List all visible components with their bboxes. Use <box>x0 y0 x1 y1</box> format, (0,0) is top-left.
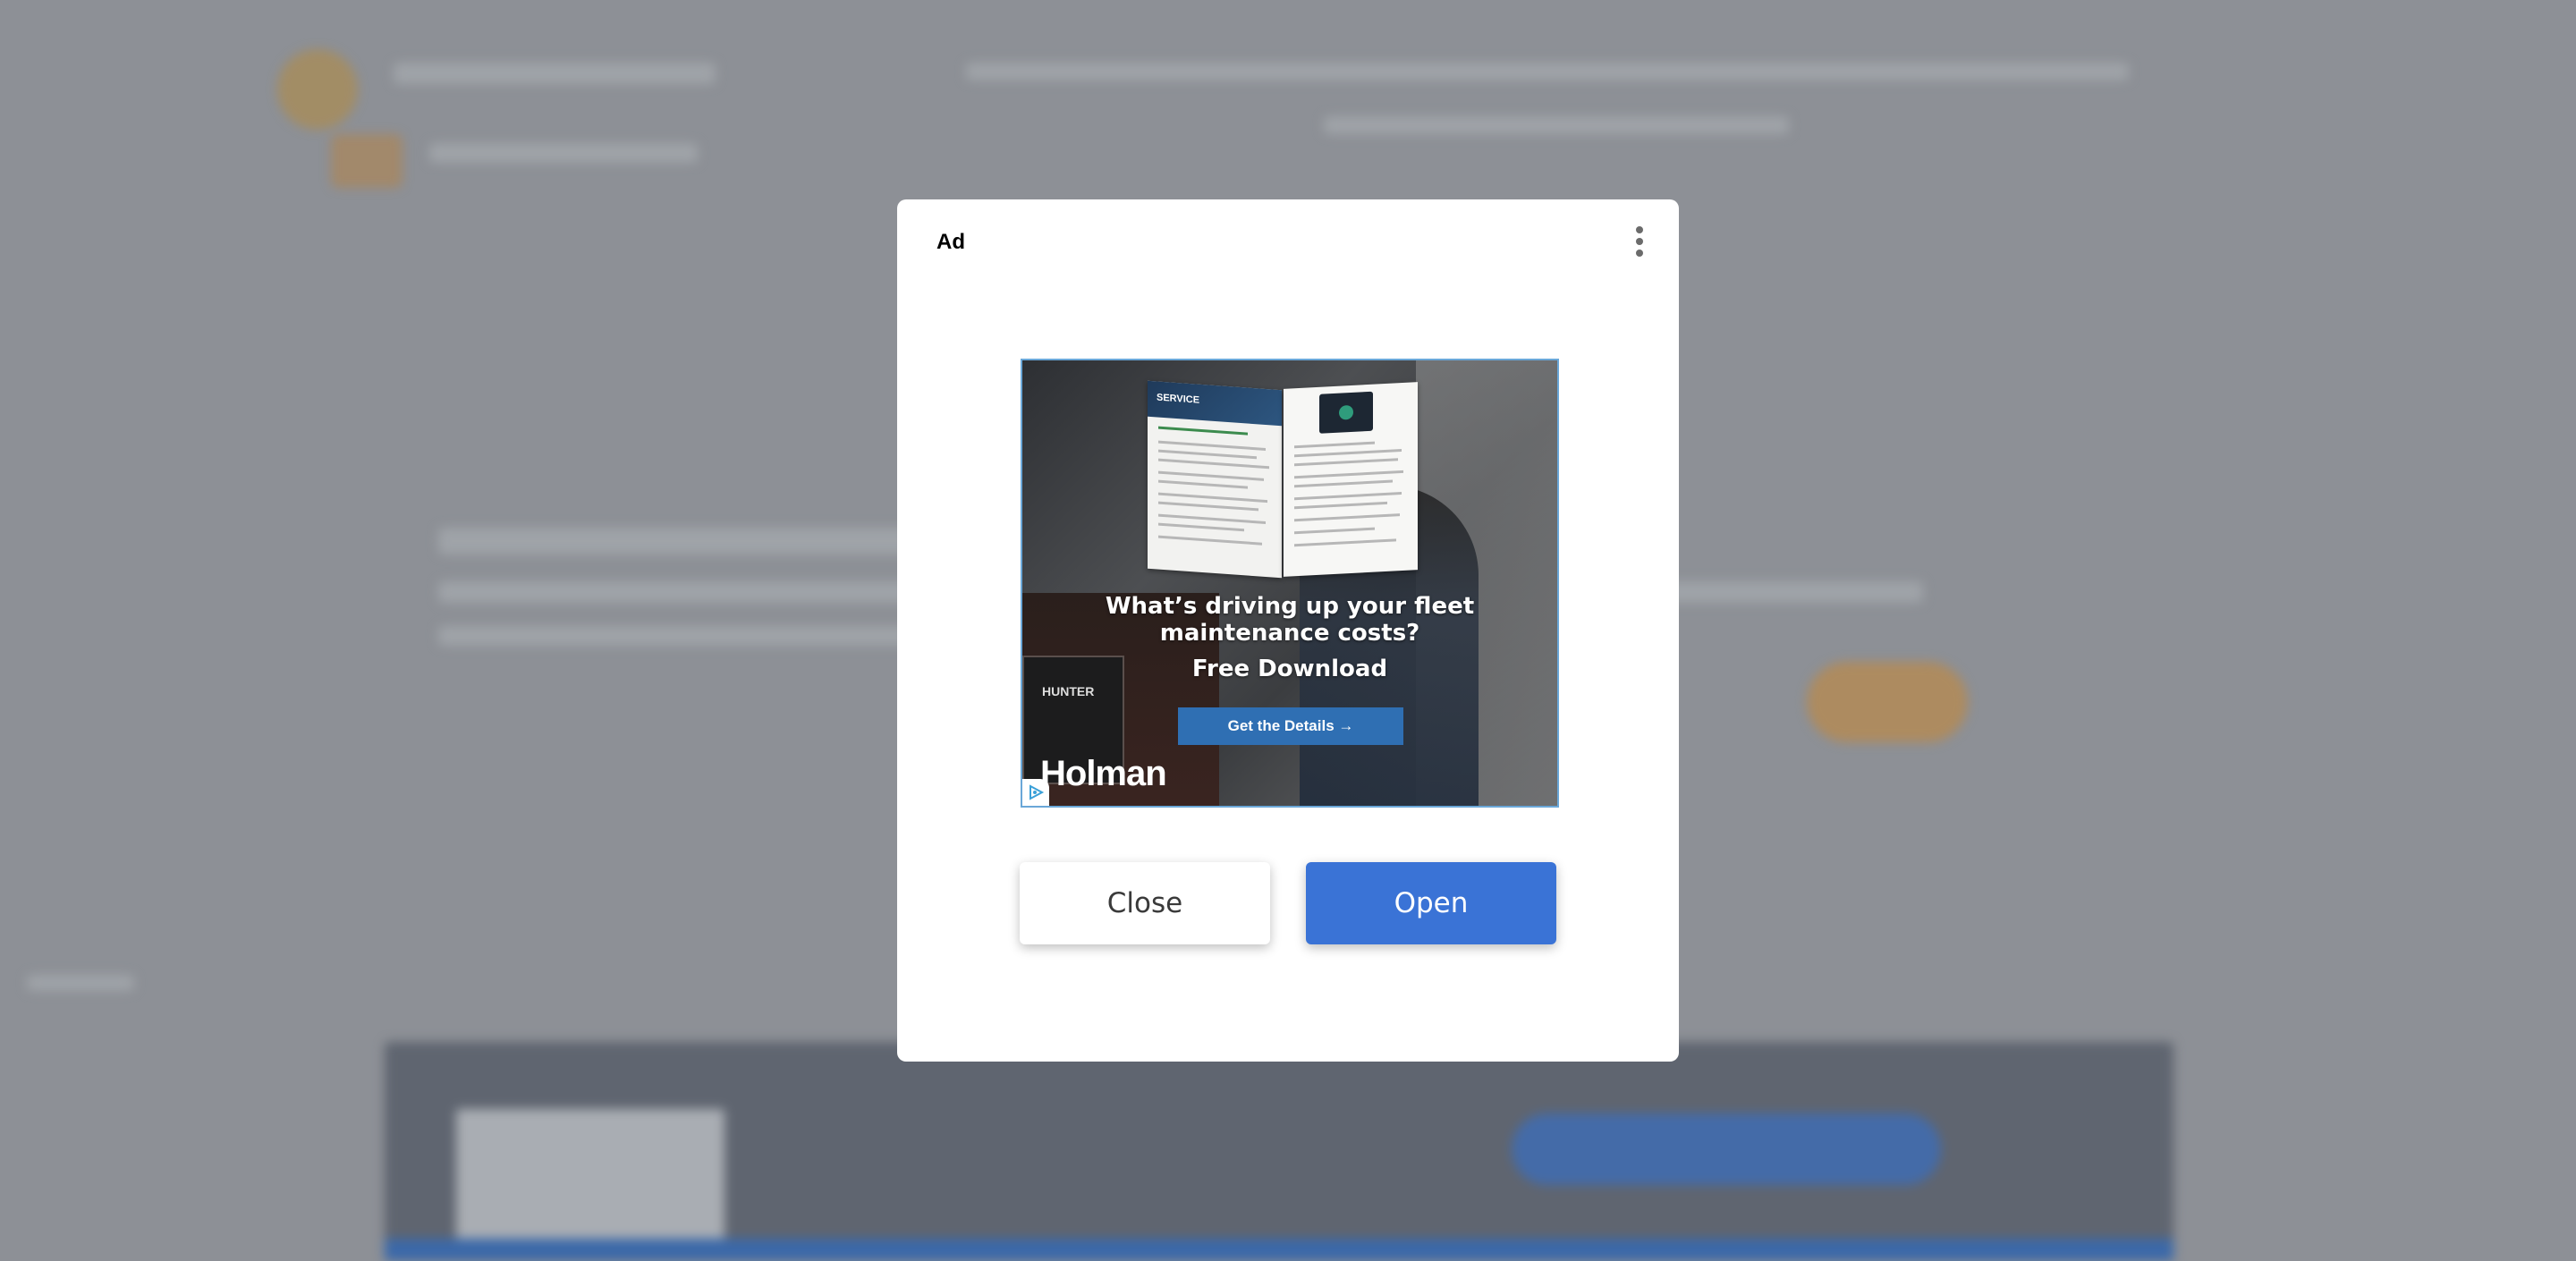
brochure-header: SERVICE <box>1148 380 1282 427</box>
ad-brochure-image: SERVICE <box>1148 380 1421 586</box>
open-button[interactable]: Open <box>1306 862 1556 944</box>
bg-banner-image <box>456 1109 724 1252</box>
brochure-right-page <box>1284 382 1418 577</box>
more-vert-icon[interactable] <box>1632 226 1647 264</box>
bg-banner-strip <box>385 1239 2174 1261</box>
ad-subheadline: Free Download <box>1191 656 1388 682</box>
ad-brand-logo: Holman <box>1040 754 1167 793</box>
brochure-header-text: SERVICE <box>1157 392 1200 406</box>
ad-label: Ad <box>936 230 965 254</box>
ad-machine-label: HUNTER <box>1042 684 1095 698</box>
bg-logo <box>277 49 358 130</box>
ad-headline: What’s driving up your fleet maintenance… <box>1105 593 1475 647</box>
close-button[interactable]: Close <box>1020 862 1270 944</box>
bg-nav-line <box>966 63 2129 80</box>
bg-text-line <box>429 143 698 163</box>
ad-creative[interactable]: HUNTER SERVICE What’s driving up your fl… <box>1021 359 1559 808</box>
bg-orange-button <box>1807 662 1968 742</box>
ad-cta-button[interactable]: Get the Details → <box>1178 707 1403 745</box>
ad-modal: Ad HUNTER SERVICE What’s driving up your… <box>897 199 1679 1062</box>
brochure-left-page: SERVICE <box>1148 380 1282 579</box>
bg-banner-button <box>1512 1113 1941 1185</box>
bg-text-line <box>394 63 716 84</box>
bg-heading-line <box>438 528 939 554</box>
bg-nav-line <box>1324 116 1789 134</box>
bg-text-line <box>27 975 134 991</box>
brochure-tablet-image <box>1319 391 1373 434</box>
adchoices-icon[interactable] <box>1022 779 1049 806</box>
bg-logo-secondary <box>331 134 402 188</box>
